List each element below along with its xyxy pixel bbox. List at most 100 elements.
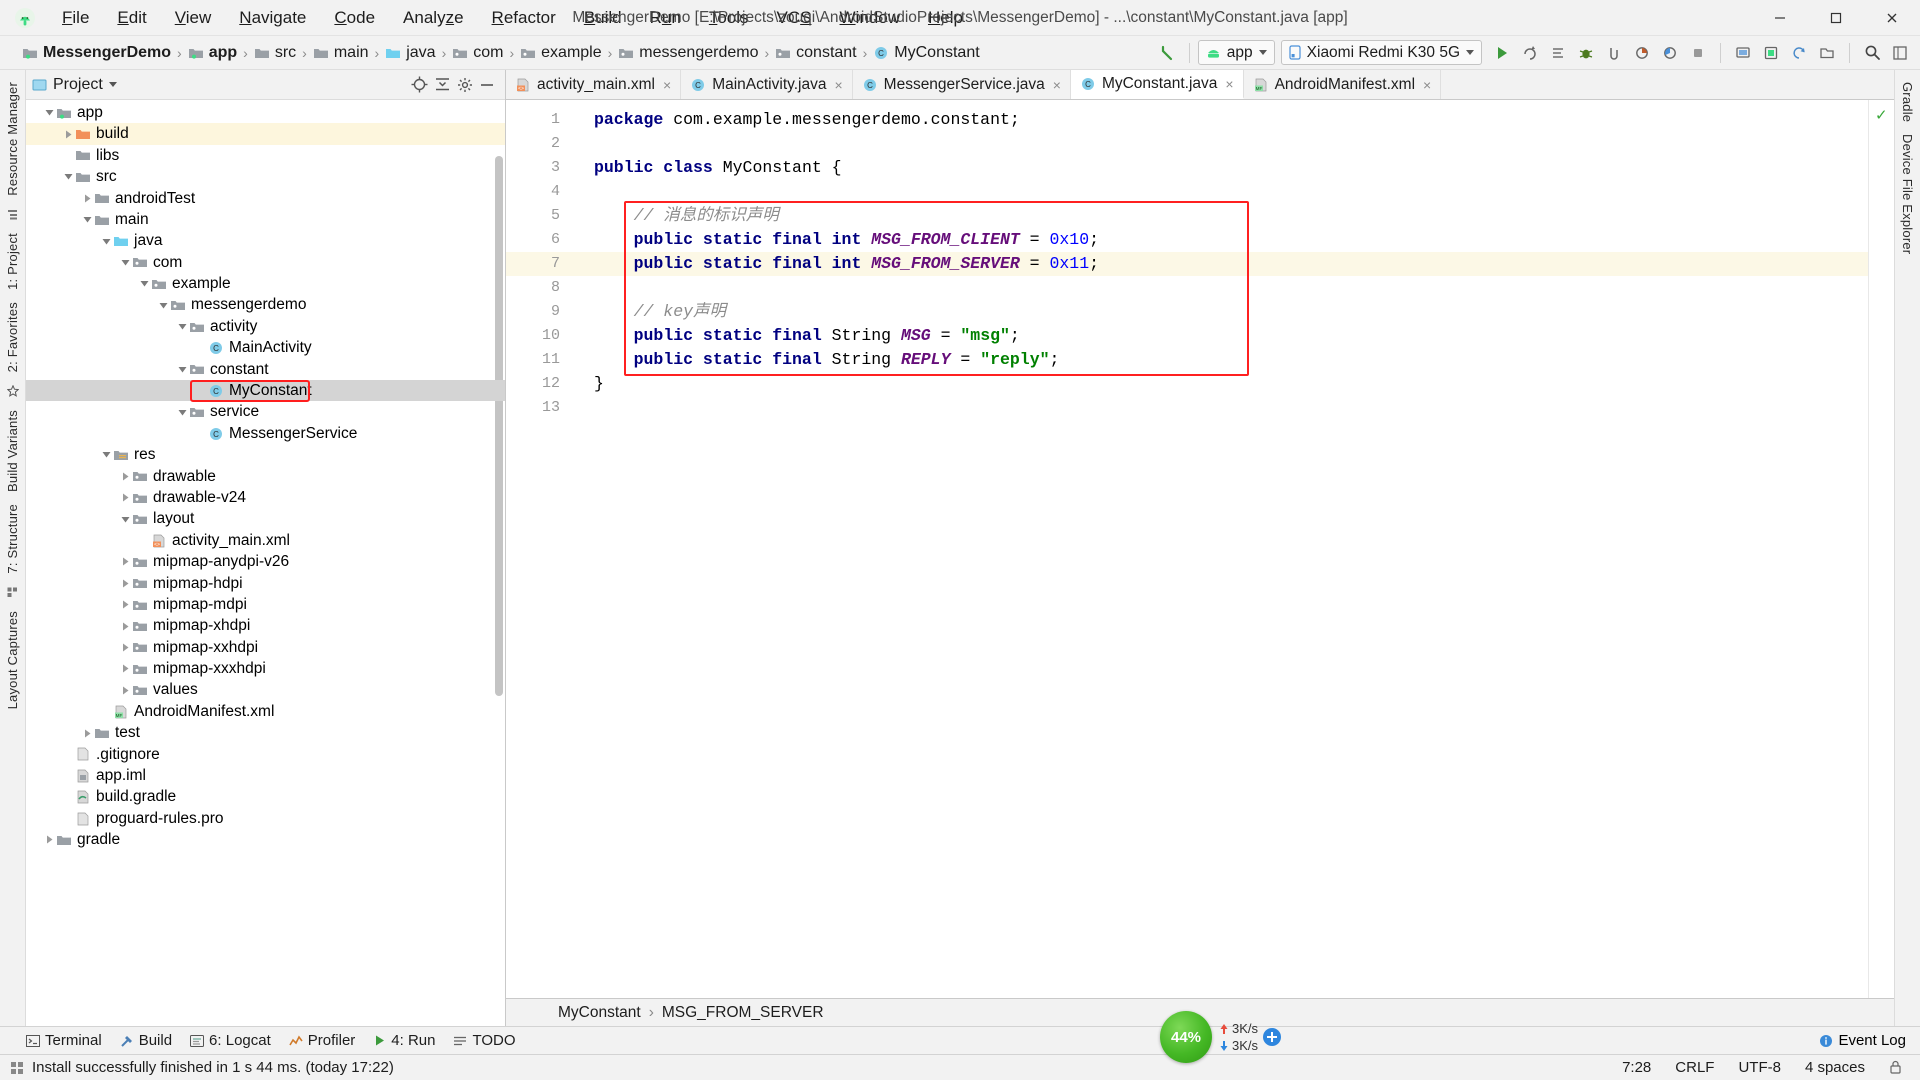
gutter-marker[interactable] xyxy=(574,348,588,372)
tree-expand-arrow-open-icon[interactable] xyxy=(118,512,132,526)
menu-item-refactor[interactable]: Refactor xyxy=(478,4,570,32)
tree-expand-arrow-closed-icon[interactable] xyxy=(61,127,75,141)
tool-window-button-6-logcat[interactable]: 6: Logcat xyxy=(190,1032,271,1049)
breadcrumb-item-src[interactable]: src xyxy=(254,44,296,62)
tree-expand-arrow-open-icon[interactable] xyxy=(118,255,132,269)
editor-breadcrumb-item-msg_from_server[interactable]: MSG_FROM_SERVER xyxy=(662,1004,824,1022)
tree-expand-arrow-open-icon[interactable] xyxy=(80,213,94,227)
caret-position[interactable]: 7:28 xyxy=(1622,1059,1651,1076)
tree-expand-arrow-open-icon[interactable] xyxy=(137,277,151,291)
tree-expand-arrow-closed-icon[interactable] xyxy=(118,491,132,505)
menu-item-window[interactable]: Window xyxy=(826,4,914,32)
tree-expand-arrow-open-icon[interactable] xyxy=(99,234,113,248)
tree-expand-arrow-closed-icon[interactable] xyxy=(118,683,132,697)
tree-expand-arrow-open-icon[interactable] xyxy=(175,405,189,419)
editor-tab-activity-main-xml[interactable]: <> activity_main.xml × xyxy=(506,70,682,99)
gutter-marker-strip[interactable] xyxy=(574,100,588,998)
breadcrumb-item-example[interactable]: example xyxy=(520,44,602,62)
tree-node-res[interactable]: res xyxy=(26,444,505,465)
back-navigation-icon[interactable] xyxy=(1153,40,1181,66)
code-line[interactable]: public static final String REPLY = "repl… xyxy=(588,348,1868,372)
tool-window-button-4-run[interactable]: 4: Run xyxy=(373,1032,435,1049)
breadcrumb-item-main[interactable]: main xyxy=(313,44,369,62)
tree-expand-arrow-open-icon[interactable] xyxy=(61,170,75,184)
code-line[interactable] xyxy=(588,396,1868,420)
tree-expand-arrow-closed-icon[interactable] xyxy=(118,576,132,590)
gutter-marker[interactable] xyxy=(574,252,588,276)
line-number[interactable]: 13 xyxy=(506,396,574,420)
tool-button-gradle[interactable]: Gradle xyxy=(1900,76,1915,128)
code-line[interactable]: // 消息的标识声明 xyxy=(588,204,1868,228)
code-line[interactable]: public static final int MSG_FROM_SERVER … xyxy=(588,252,1868,276)
tree-node-build[interactable]: build xyxy=(26,123,505,145)
tree-node-values[interactable]: values xyxy=(26,680,505,701)
tree-node-constant[interactable]: constant xyxy=(26,359,505,380)
tree-node-app-iml[interactable]: app.iml xyxy=(26,765,505,786)
hide-panel-icon[interactable] xyxy=(479,78,495,92)
code-line[interactable]: // key声明 xyxy=(588,300,1868,324)
tree-expand-arrow-open-icon[interactable] xyxy=(175,362,189,376)
tree-node--gitignore[interactable]: .gitignore xyxy=(26,744,505,765)
tree-expand-arrow-open-icon[interactable] xyxy=(156,298,170,312)
code-editor[interactable]: 1 2 3 4 5 6 7 8 9 10 11 12 13 package com.example.me… xyxy=(506,100,1894,998)
menu-item-tools[interactable]: Tools xyxy=(695,4,763,32)
breadcrumb-item-com[interactable]: com xyxy=(452,44,503,62)
tree-node-activity[interactable]: activity xyxy=(26,316,505,337)
gutter-marker[interactable] xyxy=(574,276,588,300)
code-line[interactable]: package com.example.messengerdemo.consta… xyxy=(588,108,1868,132)
tree-expand-arrow-open-icon[interactable] xyxy=(42,106,56,120)
gutter-marker[interactable] xyxy=(574,324,588,348)
tool-button-favorites[interactable]: 2: Favorites xyxy=(5,296,20,378)
line-number[interactable]: 2 xyxy=(506,132,574,156)
tree-node-myconstant[interactable]: C MyConstant xyxy=(26,380,505,402)
tree-node-src[interactable]: src xyxy=(26,166,505,187)
gutter-marker[interactable] xyxy=(574,180,588,204)
chevron-down-icon[interactable] xyxy=(108,82,117,87)
apply-changes-button[interactable] xyxy=(1516,40,1544,66)
tool-button-structure[interactable]: 7: Structure xyxy=(5,498,20,580)
tree-node-mipmap-xxxhdpi[interactable]: mipmap-xxxhdpi xyxy=(26,658,505,679)
status-bar-toggle-icon[interactable] xyxy=(10,1061,24,1075)
tree-expand-arrow-closed-icon[interactable] xyxy=(118,555,132,569)
tool-window-button-build[interactable]: Build xyxy=(120,1032,172,1049)
line-number[interactable]: 5 xyxy=(506,204,574,228)
tree-node-mipmap-xhdpi[interactable]: mipmap-xhdpi xyxy=(26,615,505,636)
tree-expand-arrow-closed-icon[interactable] xyxy=(42,833,56,847)
close-icon[interactable]: × xyxy=(834,77,842,93)
tree-node-androidmanifest-xml[interactable]: MF AndroidManifest.xml xyxy=(26,701,505,722)
gutter-marker[interactable] xyxy=(574,156,588,180)
tree-expand-arrow-open-icon[interactable] xyxy=(175,320,189,334)
line-separator[interactable]: CRLF xyxy=(1675,1059,1714,1076)
debug-button[interactable] xyxy=(1572,40,1600,66)
sdk-manager-button[interactable] xyxy=(1757,40,1785,66)
tree-node-java[interactable]: java xyxy=(26,230,505,251)
line-number[interactable]: 7 xyxy=(506,252,574,276)
tree-node-mipmap-xxhdpi[interactable]: mipmap-xxhdpi xyxy=(26,637,505,658)
tree-node-mainactivity[interactable]: C MainActivity xyxy=(26,337,505,358)
tree-expand-arrow-closed-icon[interactable] xyxy=(80,191,94,205)
tool-window-button-profiler[interactable]: Profiler xyxy=(289,1032,355,1049)
minimize-button[interactable] xyxy=(1752,0,1808,36)
line-number[interactable]: 11 xyxy=(506,348,574,372)
close-icon[interactable]: × xyxy=(1225,76,1233,92)
tree-expand-arrow-closed-icon[interactable] xyxy=(80,726,94,740)
breadcrumb-item-myconstant[interactable]: C MyConstant xyxy=(873,44,980,62)
editor-tab-mainactivity-java[interactable]: C MainActivity.java × xyxy=(681,70,853,99)
tool-window-button-terminal[interactable]: Terminal xyxy=(26,1032,102,1049)
code-line[interactable]: } xyxy=(588,372,1868,396)
menu-item-navigate[interactable]: Navigate xyxy=(225,4,320,32)
avd-manager-button[interactable] xyxy=(1729,40,1757,66)
tree-node-service[interactable]: service xyxy=(26,401,505,422)
tree-node-layout[interactable]: layout xyxy=(26,508,505,529)
editor-breadcrumb-item-myconstant[interactable]: MyConstant xyxy=(558,1004,641,1022)
line-number[interactable]: 3 xyxy=(506,156,574,180)
tree-node-mipmap-mdpi[interactable]: mipmap-mdpi xyxy=(26,594,505,615)
breadcrumb-item-messengerdemo[interactable]: MessengerDemo xyxy=(22,44,171,62)
code-line[interactable] xyxy=(588,132,1868,156)
collapse-all-icon[interactable] xyxy=(434,77,451,93)
network-badge-icon[interactable] xyxy=(1262,1027,1282,1047)
profile-button[interactable] xyxy=(1656,40,1684,66)
gutter-marker[interactable] xyxy=(574,372,588,396)
line-number[interactable]: 12 xyxy=(506,372,574,396)
maximize-button[interactable] xyxy=(1808,0,1864,36)
